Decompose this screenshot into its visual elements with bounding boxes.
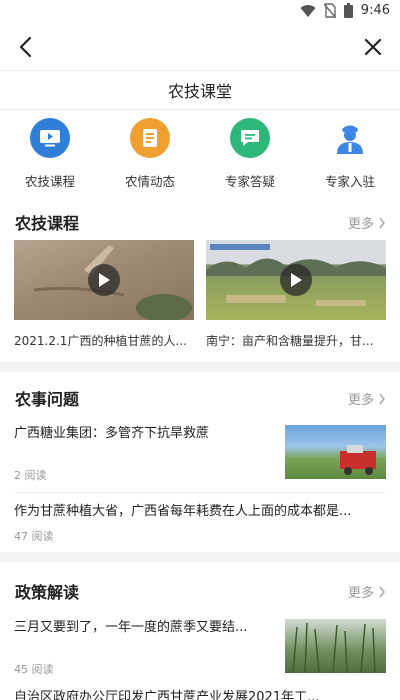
category-experts[interactable]: 专家入驻: [300, 118, 400, 198]
more-label: 更多: [347, 393, 374, 408]
course-video-list: 2021.2.1广西的种植甘蔗的人... 南宁：亩产和含糖量提升，甘...: [14, 240, 386, 352]
back-button[interactable]: [14, 34, 40, 60]
status-bar: 9:46: [0, 0, 400, 24]
video-card[interactable]: 南宁：亩产和含糖量提升，甘...: [206, 240, 386, 352]
read-count: 2 阅读: [14, 469, 47, 482]
category-qa[interactable]: 专家答疑: [200, 118, 300, 198]
category-label: 专家答疑: [224, 174, 275, 189]
courses-section-header: 农技课程 更多: [0, 206, 400, 238]
issues-more-link[interactable]: 更多: [348, 389, 386, 408]
issue-title: 广西糖业集团：多管齐下抗旱救蔗: [14, 426, 210, 441]
video-caption: 2021.2.1广西的种植甘蔗的人...: [14, 334, 187, 348]
chevron-right-icon: [379, 217, 385, 228]
courses-more-link[interactable]: 更多: [348, 213, 386, 232]
issue-title: 作为甘蔗种植大省，广西省每年耗费在人上面的成本都是...: [14, 504, 352, 519]
category-dynamics[interactable]: 农情动态: [100, 118, 200, 198]
close-button[interactable]: [360, 34, 386, 60]
chat-icon: [230, 118, 270, 158]
read-count: 47 阅读: [14, 530, 54, 543]
issue-item[interactable]: 广西糖业集团：多管齐下抗旱救蔗 2 阅读: [14, 425, 386, 482]
chevron-right-icon: [379, 393, 385, 404]
policy-thumbnail: [285, 619, 386, 673]
category-label: 农情动态: [124, 174, 175, 189]
issue-thumbnail: [285, 425, 386, 479]
policy-item[interactable]: 三月又要到了，一年一度的蔗季又要结... 45 阅读: [14, 619, 386, 676]
video-card[interactable]: 2021.2.1广西的种植甘蔗的人...: [14, 240, 194, 352]
page-title-bar: 农技课堂: [0, 70, 400, 110]
expert-icon: [330, 118, 370, 158]
video-icon: [30, 118, 70, 158]
issue-item[interactable]: 作为甘蔗种植大省，广西省每年耗费在人上面的成本都是... 47 阅读: [14, 503, 386, 543]
status-time: 9:46: [360, 3, 390, 18]
back-arrow-icon: [19, 36, 32, 58]
policy-title: 三月又要到了，一年一度的蔗季又要结...: [14, 620, 248, 635]
section-divider: [0, 362, 400, 372]
document-icon: [130, 118, 170, 158]
wifi-icon: [300, 4, 316, 17]
chevron-right-icon: [379, 586, 385, 597]
close-icon: [364, 38, 382, 56]
play-icon: [280, 264, 312, 296]
video-thumbnail: [206, 240, 386, 320]
section-title: 政策解读: [15, 583, 80, 602]
category-courses[interactable]: 农技课程: [0, 118, 100, 198]
policy-title: 自治区政府办公厅印发广西甘蔗产业发展2021年工...: [14, 690, 320, 700]
section-title: 农事问题: [15, 390, 80, 409]
more-label: 更多: [347, 217, 374, 232]
battery-icon: [343, 3, 353, 18]
category-label: 专家入驻: [324, 174, 375, 189]
play-icon: [88, 264, 120, 296]
nav-bar: [0, 24, 400, 70]
more-label: 更多: [347, 586, 374, 601]
section-divider: [0, 552, 400, 562]
policy-more-link[interactable]: 更多: [348, 582, 386, 601]
policy-section-header: 政策解读 更多: [0, 575, 400, 607]
category-grid: 农技课程 农情动态 专家答疑 专家入驻: [0, 118, 400, 198]
policy-item[interactable]: 自治区政府办公厅印发广西甘蔗产业发展2021年工...: [14, 689, 386, 700]
video-thumbnail: [14, 240, 194, 320]
list-divider: [14, 492, 386, 493]
issues-section-header: 农事问题 更多: [0, 382, 400, 414]
section-title: 农技课程: [15, 214, 80, 233]
read-count: 45 阅读: [14, 663, 54, 676]
video-caption: 南宁：亩产和含糖量提升，甘...: [206, 334, 374, 348]
category-label: 农技课程: [24, 174, 75, 189]
no-sim-icon: [323, 3, 336, 18]
page-title: 农技课堂: [167, 82, 232, 101]
